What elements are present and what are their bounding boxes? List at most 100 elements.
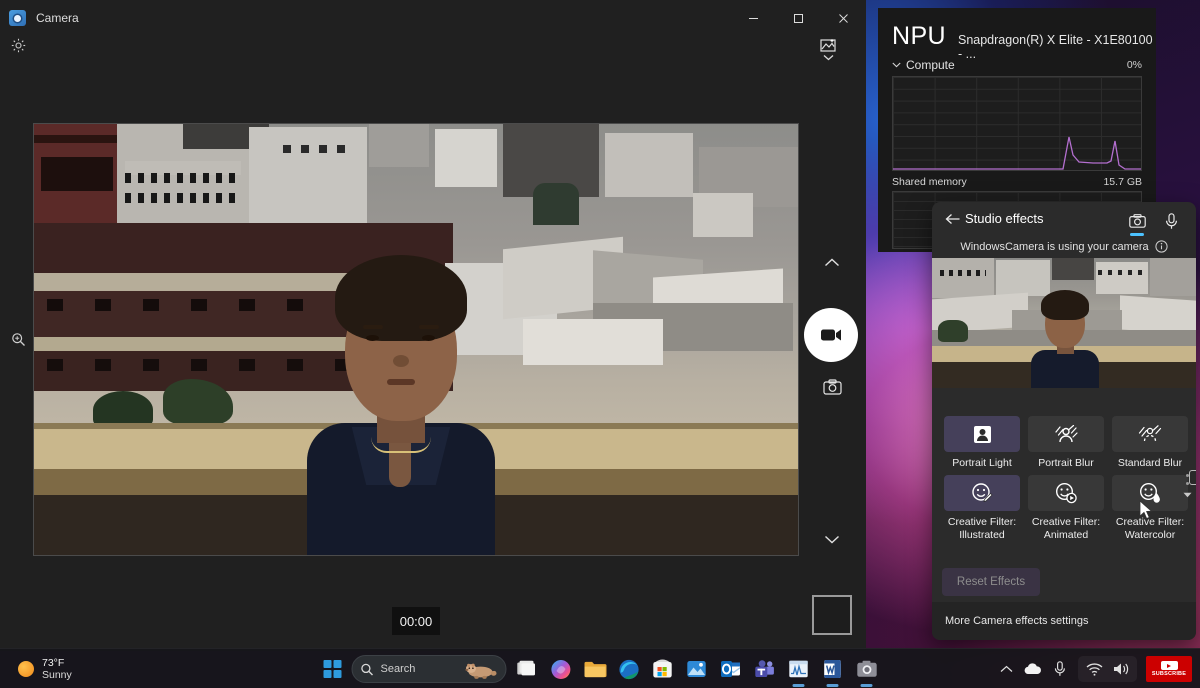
scroll-down-arrow-icon[interactable]: [1183, 491, 1192, 500]
quick-settings-group[interactable]: [1078, 656, 1137, 682]
word-icon[interactable]: [819, 655, 847, 683]
effect-creative-illustrated[interactable]: Creative Filter: Illustrated: [942, 475, 1022, 541]
taskbar: 73°F Sunny Search: [0, 648, 1200, 688]
search-icon: [361, 663, 374, 676]
cloud-icon[interactable]: [1024, 660, 1042, 678]
studio-effects-preview: Select effects to apply them to your PC'…: [932, 258, 1196, 388]
npu-header: NPU Snapdragon(R) X Elite - X1E80100 - .…: [892, 22, 1156, 61]
folder-icon[interactable]: [581, 655, 609, 683]
microphone-icon[interactable]: [1051, 660, 1069, 678]
effect-label: Creative Filter: Animated: [1026, 516, 1106, 541]
creative-illustrated-icon[interactable]: [944, 475, 1020, 511]
reset-effects-button[interactable]: Reset Effects: [942, 568, 1040, 596]
camera-controls-rail: [799, 123, 866, 556]
chevron-up-icon[interactable]: [821, 251, 843, 273]
chevron-down-icon[interactable]: [821, 528, 843, 550]
studio-effects-footer: More Camera effects settings: [932, 602, 1196, 640]
npu-shared-memory-row: Shared memory 15.7 GB: [892, 176, 1142, 188]
camera-tab-icon[interactable]: [1124, 208, 1150, 234]
copilot-icon[interactable]: [547, 655, 575, 683]
chevron-down-small-icon: [892, 62, 901, 68]
chevron-up-icon[interactable]: [997, 660, 1015, 678]
sun-icon: [18, 661, 34, 677]
portrait-blur-icon[interactable]: [1028, 416, 1104, 452]
ferret-image: [464, 660, 498, 680]
studio-effects-flyout: Studio effects WindowsCamera is using yo…: [932, 202, 1196, 640]
camera-preview: [33, 123, 799, 556]
magnifier-zoom-icon[interactable]: [8, 329, 28, 349]
subscribe-badge[interactable]: SUBSCRIBE: [1146, 656, 1192, 682]
active-tab-underline: [1130, 233, 1144, 236]
npu-compute-label: Compute: [906, 58, 955, 72]
effect-portrait-blur[interactable]: Portrait Blur: [1026, 416, 1106, 469]
npu-shared-memory-label: Shared memory: [892, 176, 967, 188]
edge-browser-icon[interactable]: [615, 655, 643, 683]
scroll-dot: [1186, 482, 1189, 485]
store-icon[interactable]: [649, 655, 677, 683]
task-view-icon[interactable]: [513, 655, 541, 683]
effect-label: Portrait Light: [942, 457, 1022, 469]
effect-creative-animated[interactable]: Creative Filter: Animated: [1026, 475, 1106, 541]
teams-icon[interactable]: [751, 655, 779, 683]
more-camera-effects-settings-link[interactable]: More Camera effects settings: [945, 615, 1088, 627]
window-controls: [731, 0, 866, 36]
npu-compute-percent: 0%: [1127, 59, 1142, 71]
weather-temperature: 73°F: [42, 657, 72, 669]
weather-widget[interactable]: 73°F Sunny: [10, 654, 80, 684]
effect-label: Creative Filter: Watercolor: [1110, 516, 1190, 541]
npu-graph-plot: [893, 77, 1141, 170]
info-circle-icon[interactable]: [1155, 240, 1168, 253]
effect-label: Portrait Blur: [1026, 457, 1106, 469]
play-button-icon: [1161, 661, 1178, 670]
camera-in-use-notice: WindowsCamera is using your camera: [932, 240, 1196, 253]
weather-text: 73°F Sunny: [42, 657, 72, 681]
portrait-light-icon[interactable]: [944, 416, 1020, 452]
minimize-icon[interactable]: [731, 0, 776, 36]
npu-label: NPU: [892, 22, 946, 51]
camera-title-bar: Camera: [0, 0, 866, 36]
effects-grid: Portrait Light Portrait Blur: [942, 416, 1186, 541]
npu-compute-label-group[interactable]: Compute: [892, 58, 955, 72]
subscribe-text: SUBSCRIBE: [1152, 671, 1186, 677]
weather-condition: Sunny: [42, 669, 72, 681]
creative-animated-icon[interactable]: [1028, 475, 1104, 511]
windows-start-icon[interactable]: [320, 656, 346, 682]
camera-in-use-text: WindowsCamera is using your camera: [960, 241, 1148, 253]
camera-window-title: Camera: [36, 11, 79, 25]
studio-preview-background: [932, 258, 1196, 388]
photos-icon[interactable]: [683, 655, 711, 683]
settings-gear-icon[interactable]: [8, 35, 28, 55]
taskbar-center-group: Search: [320, 649, 881, 688]
task-manager-icon[interactable]: [785, 655, 813, 683]
maximize-icon[interactable]: [776, 0, 821, 36]
photo-capture-mode-button[interactable]: [821, 376, 843, 398]
screen: Camera: [0, 0, 1200, 688]
effect-standard-blur[interactable]: Standard Blur: [1110, 416, 1190, 469]
effect-portrait-light[interactable]: Portrait Light: [942, 416, 1022, 469]
effect-label: Creative Filter: Illustrated: [942, 516, 1022, 541]
gallery-thumbnail[interactable]: [812, 595, 852, 635]
standard-blur-icon[interactable]: [1112, 416, 1188, 452]
video-record-button[interactable]: [804, 308, 858, 362]
effect-creative-watercolor[interactable]: Creative Filter: Watercolor: [1110, 475, 1190, 541]
outlook-icon[interactable]: [717, 655, 745, 683]
creative-watercolor-icon[interactable]: [1112, 475, 1188, 511]
camera-icon: [9, 10, 26, 26]
search-input[interactable]: Search: [352, 655, 507, 683]
wifi-icon[interactable]: [1085, 660, 1103, 678]
back-arrow-icon[interactable]: [942, 209, 964, 229]
speaker-icon[interactable]: [1112, 660, 1130, 678]
npu-compute-row: Compute 0%: [892, 58, 1142, 72]
npu-device-name: Snapdragon(R) X Elite - X1E80100 - ...: [958, 33, 1156, 61]
camera-app-window: Camera: [0, 0, 866, 651]
system-tray: SUBSCRIBE: [997, 649, 1192, 688]
close-icon[interactable]: [821, 0, 866, 36]
photo-effects-icon[interactable]: [815, 36, 841, 62]
microphone-tab-icon[interactable]: [1158, 208, 1184, 234]
studio-effects-header: Studio effects: [932, 202, 1196, 236]
effects-scroll-indicator[interactable]: [1181, 474, 1193, 500]
studio-preview-person: [1029, 290, 1101, 388]
studio-effects-title: Studio effects: [965, 211, 1044, 226]
npu-shared-memory-value: 15.7 GB: [1103, 176, 1142, 188]
camera-taskbar-icon[interactable]: [853, 655, 881, 683]
